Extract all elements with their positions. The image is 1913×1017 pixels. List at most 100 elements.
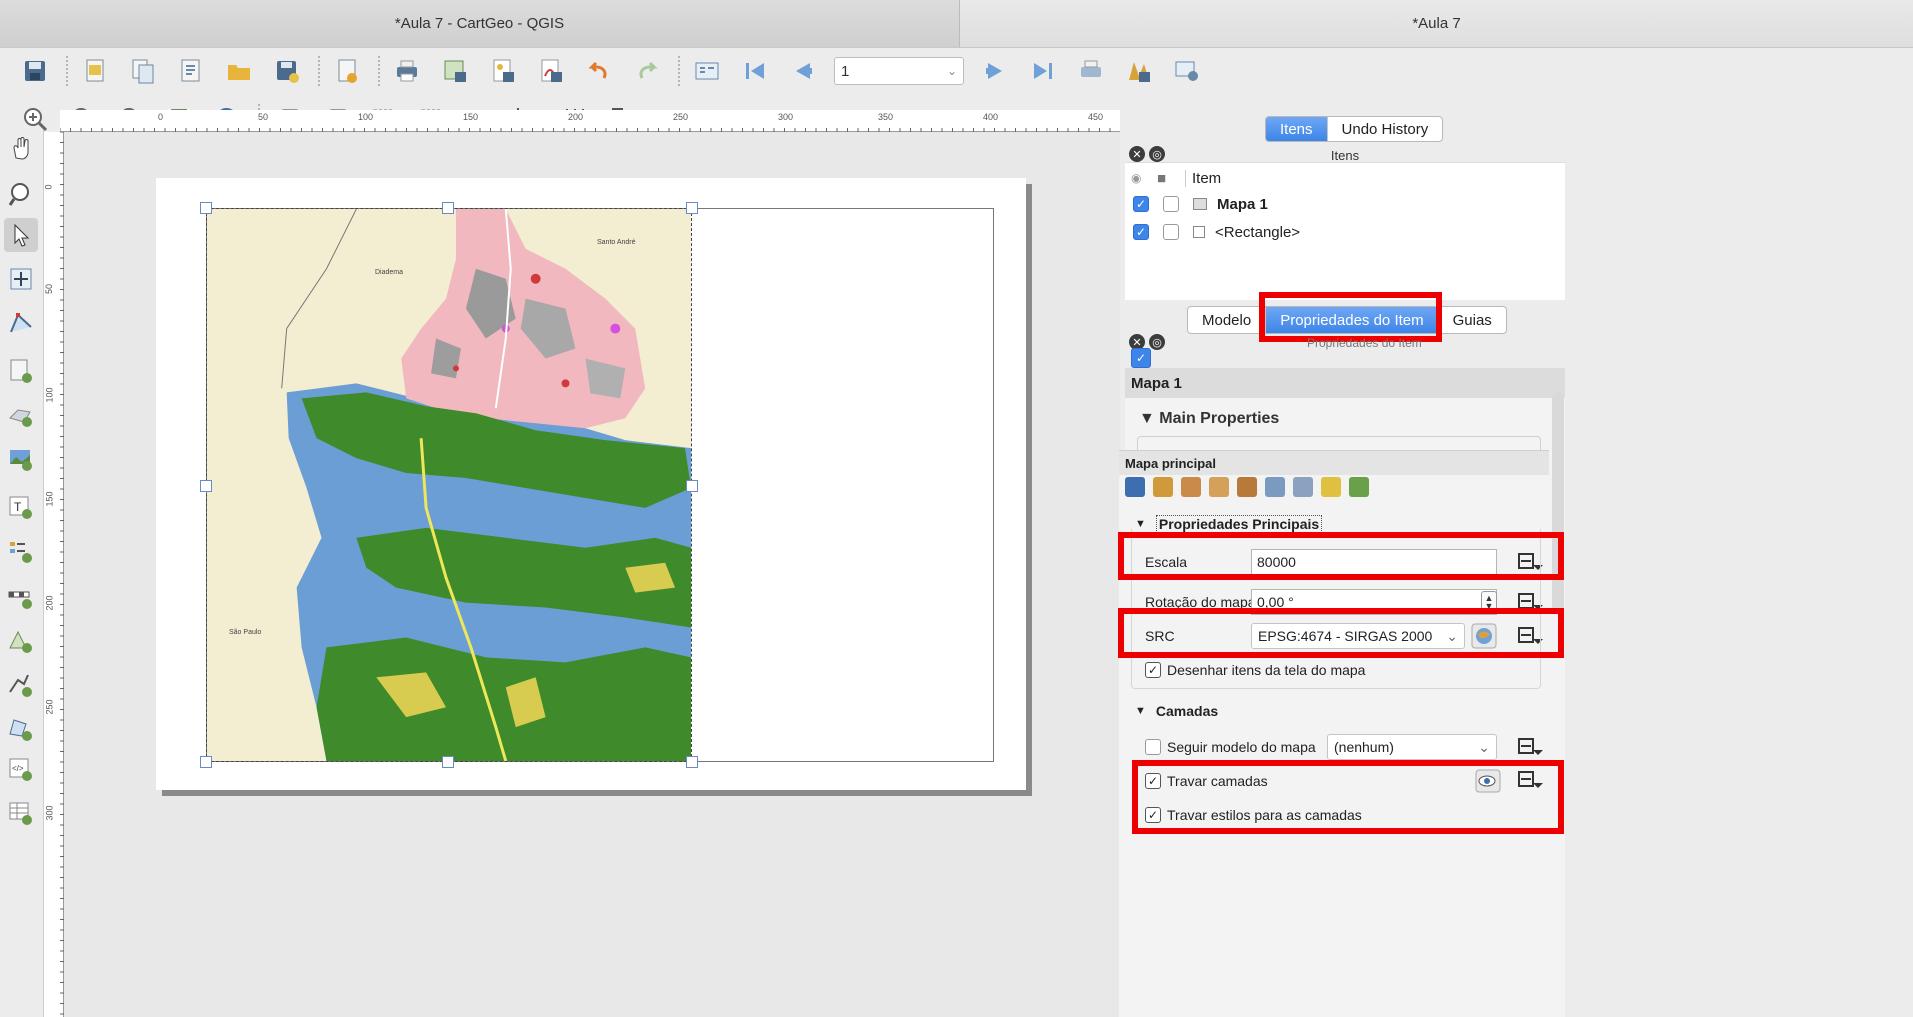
save-template-icon[interactable] [270,54,304,88]
export-pdf-icon[interactable] [534,54,568,88]
layout-manager-icon[interactable] [174,54,208,88]
tab-itens[interactable]: Itens [1266,117,1328,141]
set-scale-icon[interactable] [1209,477,1229,497]
first-feature-icon[interactable] [738,54,772,88]
selection-handle[interactable] [686,480,698,492]
add-picture-icon[interactable] [4,442,38,476]
move-content-icon[interactable] [4,262,38,296]
selection-handle[interactable] [442,202,454,214]
tab-propriedades-do-item[interactable]: Propriedades do Item [1266,307,1439,333]
edit-nodes-icon[interactable] [4,306,38,340]
selection-handle[interactable] [686,756,698,768]
temporal-icon[interactable] [1349,477,1369,497]
next-feature-icon[interactable] [978,54,1012,88]
add-page-icon[interactable] [330,54,364,88]
set-extent-icon[interactable] [1153,477,1173,497]
add-polygon-icon[interactable] [4,712,38,746]
clip-icon[interactable] [1293,477,1313,497]
duplicate-layout-icon[interactable] [126,54,160,88]
bookmarks-icon[interactable] [1265,477,1285,497]
svg-text:</>: </> [12,764,24,773]
list-item[interactable]: ✓ <Rectangle> [1125,219,1565,245]
follow-theme-row[interactable]: Seguir modelo do mapa [1145,732,1316,762]
data-defined-override-icon[interactable] [1517,769,1543,791]
map-panel-header: Mapa principal [1119,451,1549,475]
add-scalebar-icon[interactable] [4,580,38,614]
add-map-icon[interactable] [4,354,38,388]
selection-handle[interactable] [686,202,698,214]
selection-handle[interactable] [200,756,212,768]
export-image-icon[interactable] [438,54,472,88]
map-label: Santo André [597,239,636,246]
view-extent-icon[interactable] [1181,477,1201,497]
lock-styles-row[interactable]: ✓ Travar estilos para as camadas [1145,800,1362,830]
select-move-icon[interactable] [4,218,38,252]
column-header-item: Item [1185,169,1221,187]
list-item[interactable]: ✓ Mapa 1 [1125,191,1565,217]
selection-handle[interactable] [442,756,454,768]
redo-icon[interactable] [630,54,664,88]
panel-checkbox[interactable]: ✓ [1131,348,1151,368]
add-shape-icon[interactable] [4,624,38,658]
lock-layers-checkbox[interactable]: ✓ [1145,773,1161,789]
item-visible-checkbox[interactable]: ✓ [1133,196,1149,212]
visibility-presets-icon[interactable] [1475,769,1501,793]
main-properties-header[interactable]: ▼ Main Properties [1139,410,1279,428]
collapse-triangle-icon: ▼ [1139,410,1160,427]
undo-icon[interactable] [582,54,616,88]
section-layers[interactable]: ▼ Camadas [1135,703,1218,719]
map-item-icon [1193,198,1207,210]
lock-icon: ■ [1157,169,1167,187]
ruler-label: 250 [44,699,55,715]
export-svg-icon[interactable] [486,54,520,88]
new-layout-icon[interactable] [78,54,112,88]
atlas-preview-icon[interactable] [690,54,724,88]
pan-icon[interactable] [4,132,38,166]
window-tab-active[interactable]: *Aula 7 - CartGeo - QGIS [0,0,960,47]
save-icon[interactable] [18,54,52,88]
print-atlas-icon[interactable] [1074,54,1108,88]
lock-styles-checkbox[interactable]: ✓ [1145,807,1161,823]
item-lock-checkbox[interactable] [1163,196,1179,212]
export-atlas-image-icon[interactable] [1122,54,1156,88]
properties-scrollbar[interactable] [1552,392,1564,612]
layout-toolbar: 1 ⌄ [0,48,1913,94]
follow-theme-checkbox[interactable] [1145,739,1161,755]
add-legend-icon[interactable] [4,534,38,568]
map-item[interactable]: Santo André Diadema São Paulo [206,208,692,762]
tab-guias[interactable]: Guias [1439,307,1506,333]
tab-modelo[interactable]: Modelo [1188,307,1267,333]
layout-page[interactable]: Santo André Diadema São Paulo [156,178,1026,790]
atlas-settings-icon[interactable] [1170,54,1204,88]
data-defined-override-icon[interactable] [1517,736,1543,758]
lock-layers-row[interactable]: ✓ Travar camadas [1145,766,1268,796]
theme-value: (nenhum) [1334,739,1394,755]
add-3d-map-icon[interactable] [4,398,38,432]
tab-undo-history[interactable]: Undo History [1328,117,1443,141]
add-label-icon[interactable]: T [4,490,38,524]
open-template-icon[interactable] [222,54,256,88]
selection-handle[interactable] [200,202,212,214]
view-scale-icon[interactable] [1237,477,1257,497]
add-html-icon[interactable]: </> [4,752,38,786]
window-tab-inactive[interactable]: *Aula 7 [960,0,1913,47]
add-polyline-icon[interactable] [4,668,38,702]
atlas-page-combo[interactable]: 1 ⌄ [834,57,964,85]
layout-canvas[interactable]: Santo André Diadema São Paulo [64,132,1120,1017]
item-lock-checkbox[interactable] [1163,224,1179,240]
last-feature-icon[interactable] [1026,54,1060,88]
eye-icon: ◉ [1131,171,1142,185]
selection-handle[interactable] [200,480,212,492]
toolbar-separator [318,56,320,86]
theme-select[interactable]: (nenhum) ⌄ [1327,734,1497,760]
add-attribute-table-icon[interactable] [4,796,38,830]
zoom-tool-icon[interactable] [4,178,38,212]
previous-feature-icon[interactable] [786,54,820,88]
tool-panel: T </> [0,130,44,1017]
float-icon[interactable]: ◎ [1149,334,1165,350]
labeling-icon[interactable] [1321,477,1341,497]
items-tree-header: ◉ ■ Item [1125,165,1565,191]
refresh-preview-icon[interactable] [1125,477,1145,497]
item-visible-checkbox[interactable]: ✓ [1133,224,1149,240]
print-icon[interactable] [390,54,424,88]
